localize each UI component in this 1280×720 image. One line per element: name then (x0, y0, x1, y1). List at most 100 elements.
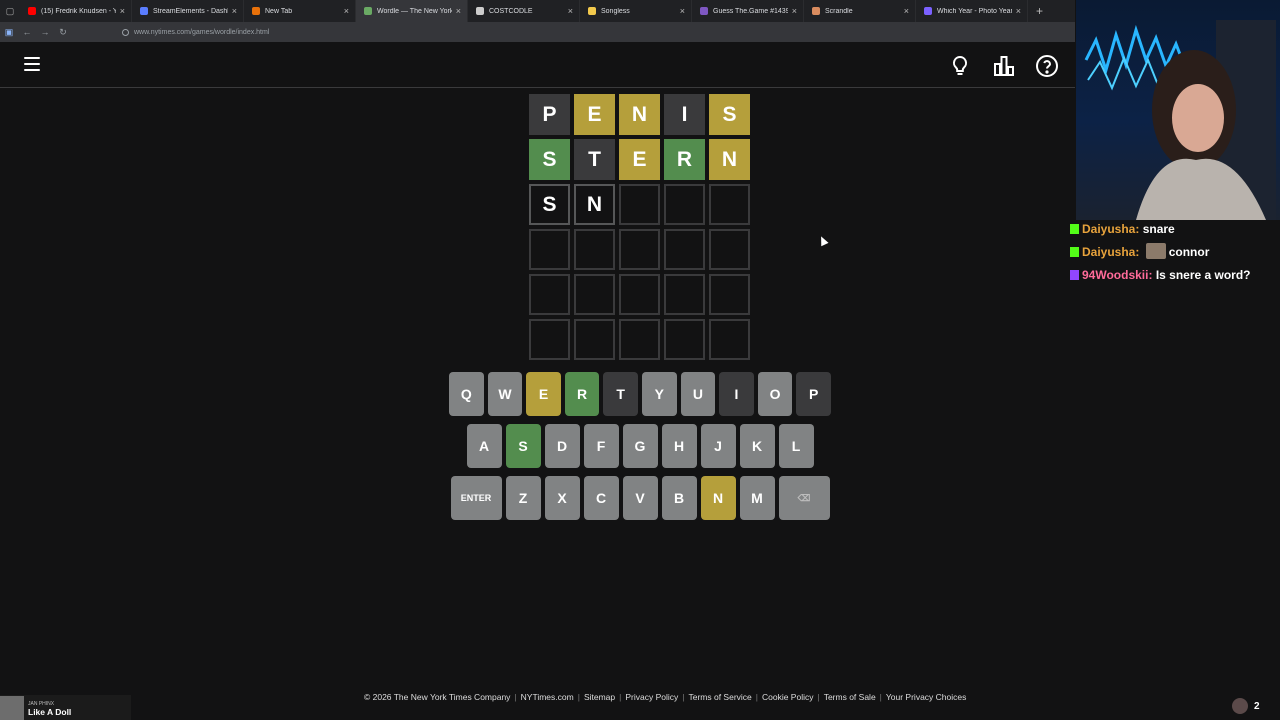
webcam-overlay (1076, 0, 1280, 220)
address-bar: ▣ ← → ↻ www.nytimes.com/games/wordle/ind… (0, 22, 1075, 42)
tab-title: Scrandle (825, 7, 853, 15)
browser-tab[interactable]: New Tab × (244, 0, 356, 22)
tab-close-icon[interactable]: × (456, 6, 461, 16)
browser-tab[interactable]: COSTCODLE × (468, 0, 580, 22)
browser-tab[interactable]: Scrandle × (804, 0, 916, 22)
key-b[interactable]: B (661, 476, 697, 520)
now-playing-widget: JAN PHINX Like A Doll (0, 695, 131, 720)
browser-tab[interactable]: Songless × (580, 0, 692, 22)
viewer-count: 2 (1254, 700, 1260, 712)
board-tile: S (529, 139, 570, 180)
tab-close-icon[interactable]: × (904, 6, 909, 16)
game-header (0, 42, 1075, 88)
board-tile (619, 274, 660, 315)
board-tile (709, 319, 750, 360)
browser-tab[interactable]: (15) Fredrik Knudsen - YouTube × (20, 0, 132, 22)
chat-emote-icon (1145, 243, 1166, 259)
new-tab-button[interactable]: + (1028, 4, 1051, 18)
tab-close-icon[interactable]: × (120, 6, 125, 16)
chat-username: 94Woodskii (1082, 268, 1149, 282)
reload-icon[interactable]: ↻ (54, 27, 72, 38)
tab-favicon-icon (140, 7, 148, 15)
sidebar-icon[interactable]: ▣ (0, 27, 18, 38)
footer-link[interactable]: Cookie Policy (762, 692, 814, 702)
key-h[interactable]: H (661, 424, 697, 468)
now-playing-song: Like A Doll (28, 706, 72, 717)
key-k[interactable]: K (739, 424, 775, 468)
footer-link[interactable]: Privacy Policy (625, 692, 678, 702)
footer-link[interactable]: © 2026 The New York Times Company (364, 692, 510, 702)
site-info-icon[interactable] (122, 28, 129, 36)
board-tile: E (619, 139, 660, 180)
tab-close-icon[interactable]: × (568, 6, 573, 16)
footer-link[interactable]: NYTimes.com (521, 692, 574, 702)
key-v[interactable]: V (622, 476, 658, 520)
browser-tab[interactable]: StreamElements - Dashboard × (132, 0, 244, 22)
menu-icon[interactable] (24, 57, 40, 71)
tab-title: New Tab (265, 7, 293, 15)
tab-search-icon[interactable]: ▢ (0, 0, 20, 22)
board-tile (574, 274, 615, 315)
tab-title: Guess The.Game #1439 (713, 7, 788, 15)
footer-separator: | (577, 692, 580, 702)
hint-bulb-icon[interactable] (948, 54, 972, 78)
key-n[interactable]: N (700, 476, 736, 520)
board-tile (709, 229, 750, 270)
key-u[interactable]: U (680, 372, 716, 416)
key-y[interactable]: Y (642, 372, 677, 416)
help-icon[interactable] (1035, 54, 1059, 78)
key-r[interactable]: R (564, 372, 600, 416)
chat-badge-icon (1070, 270, 1079, 280)
key-t[interactable]: T (603, 372, 638, 416)
key-a[interactable]: A (466, 424, 502, 468)
key-x[interactable]: X (544, 476, 580, 520)
key-e[interactable]: E (526, 372, 561, 416)
forward-icon[interactable]: → (36, 27, 54, 37)
tab-close-icon[interactable]: × (792, 6, 797, 16)
chat-colon: : (1135, 222, 1143, 236)
key-d[interactable]: D (544, 424, 580, 468)
key-w[interactable]: W (487, 372, 523, 416)
tab-close-icon[interactable]: × (232, 6, 237, 16)
footer-separator: | (755, 692, 758, 702)
footer-link[interactable]: Terms of Service (688, 692, 751, 702)
board-tile (574, 229, 615, 270)
key-z[interactable]: Z (505, 476, 541, 520)
enter-key[interactable]: ENTER (450, 476, 502, 520)
footer-separator: | (619, 692, 622, 702)
board-tile: S (709, 94, 750, 135)
key-g[interactable]: G (622, 424, 658, 468)
tab-close-icon[interactable]: × (344, 6, 349, 16)
board-tile (664, 319, 705, 360)
tab-favicon-icon (476, 7, 484, 15)
key-j[interactable]: J (700, 424, 736, 468)
url-field[interactable]: www.nytimes.com/games/wordle/index.html (122, 28, 269, 36)
chat-colon: : (1135, 245, 1143, 259)
back-icon[interactable]: ← (18, 27, 36, 37)
key-l[interactable]: L (778, 424, 814, 468)
key-p[interactable]: P (796, 372, 831, 416)
key-f[interactable]: F (583, 424, 619, 468)
keyboard-row: ENTER Z X C V B N M ⌫ (449, 476, 831, 520)
key-i[interactable]: I (719, 372, 754, 416)
page-footer: © 2026 The New York Times Company | NYTime… (364, 692, 966, 702)
footer-link[interactable]: Your Privacy Choices (886, 692, 966, 702)
browser-tab[interactable]: Guess The.Game #1439 × (692, 0, 804, 22)
browser-tab[interactable]: Wordle — The New York Times × (356, 0, 468, 22)
key-q[interactable]: Q (449, 372, 484, 416)
key-s[interactable]: S (505, 424, 541, 468)
chat-text: connor (1168, 245, 1210, 259)
footer-link[interactable]: Sitemap (584, 692, 615, 702)
board-tile (709, 274, 750, 315)
backspace-key[interactable]: ⌫ (778, 476, 830, 520)
key-o[interactable]: O (757, 372, 793, 416)
key-m[interactable]: M (739, 476, 775, 520)
tab-close-icon[interactable]: × (1016, 6, 1021, 16)
key-c[interactable]: C (583, 476, 619, 520)
keyboard-row: QWERTYUIOP (449, 372, 831, 416)
chat-message: Daiyusha: snare (1066, 218, 1276, 241)
footer-link[interactable]: Terms of Sale (824, 692, 876, 702)
statistics-icon[interactable] (992, 54, 1016, 78)
tab-close-icon[interactable]: × (680, 6, 685, 16)
browser-tab[interactable]: Which Year - Photo Year Guessi × (916, 0, 1028, 22)
